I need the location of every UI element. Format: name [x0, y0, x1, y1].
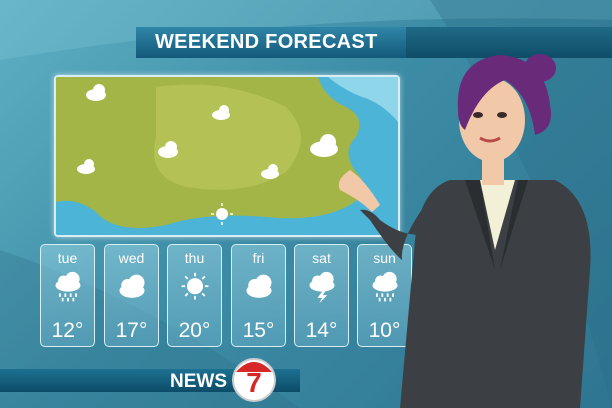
forecast-day-label: wed — [118, 250, 145, 266]
forecast-card-fri: fri 15° — [231, 244, 286, 347]
cloud-icon — [119, 274, 145, 298]
forecast-card-thu: thu 20° — [167, 244, 222, 347]
forecast-day-label: thu — [184, 250, 205, 266]
forecast-temperature: 17° — [115, 319, 148, 342]
forecast-card-wed: wed 17° — [104, 244, 159, 347]
forecast-day-label: tue — [57, 250, 78, 266]
rain-cloud-icon — [55, 271, 81, 302]
forecast-card-tue: tue 12° — [40, 244, 95, 347]
forecast-day-label: fri — [252, 250, 265, 266]
channel-number: 7 — [246, 367, 262, 398]
sun-icon — [181, 272, 209, 300]
channel-logo: 7 — [232, 358, 276, 402]
forecast-temperature: 20° — [178, 319, 211, 342]
cloud-icon — [246, 274, 272, 298]
news-label: NEWS — [170, 371, 227, 392]
weather-presenter — [338, 54, 591, 408]
forecast-temperature: 15° — [242, 319, 275, 342]
forecast-temperature: 12° — [51, 319, 84, 342]
